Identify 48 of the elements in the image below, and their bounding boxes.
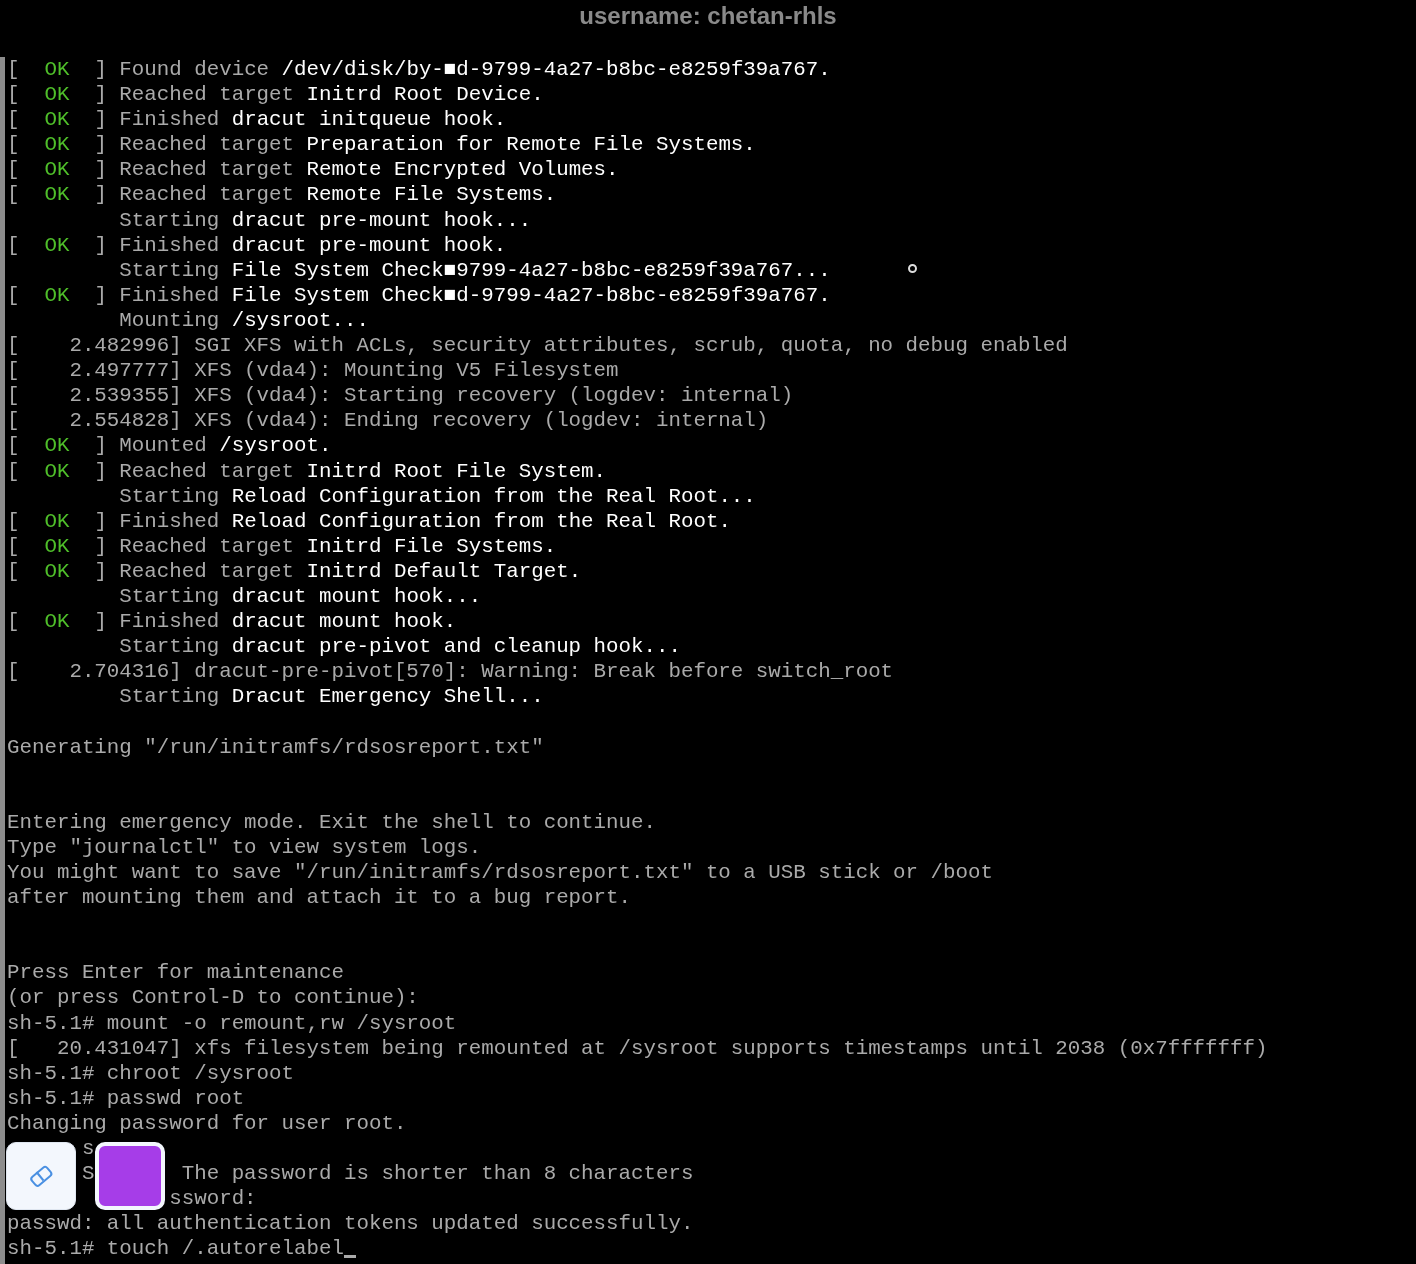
console-line: [ 2.497777] XFS (vda4): Mounting V5 Filesystem [7, 358, 619, 384]
console-line: [ OK ] Reached target Remote File Systems. [7, 182, 557, 208]
ring-icon [908, 264, 917, 273]
console-line: (or press Control-D to continue): [7, 985, 419, 1011]
window-title: username: chetan-rhls [579, 2, 837, 30]
console-line: after mounting them and attach it to a bug report. [7, 885, 631, 911]
console-line: Starting Dracut Emergency Shell... [118, 684, 544, 710]
console-line: Changing password for user root. [7, 1110, 407, 1137]
console-line: passwd: all authentication tokens updated successfully. [7, 1211, 694, 1237]
console-text: ssword: [169, 1187, 257, 1211]
console-line: You might want to save "/run/initramfs/rdsosreport.txt" to a USB stick or /boot [7, 860, 993, 886]
console-line: [ OK ] Reached target Remote Encrypted Volumes. [7, 157, 619, 183]
console-line: [ OK ] Reached target Initrd Root Device. [7, 82, 544, 108]
console-line: [ OK ] Reached target Initrd File Systems. [7, 533, 557, 559]
console-line: Starting dracut pre-pivot and cleanup hook... [118, 634, 681, 660]
console-line: [ 2.539355] XFS (vda4): Starting recovery (logdev: internal) [7, 383, 794, 409]
console-text: S [81, 1162, 95, 1186]
console-line: sh-5.1# passwd root [7, 1085, 245, 1111]
console-line: [ OK ] Finished dracut pre-mount hook. [7, 232, 507, 258]
console-line: [ OK ] Finished dracut mount hook. [7, 609, 457, 635]
console-line: sh-5.1# touch /.autorelabel [7, 1236, 357, 1262]
console-line: [ OK ] Finished File System Check■d-9799-4a27-b8bc-e8259f39a767. [7, 282, 831, 308]
console-line: Starting dracut mount hook... [118, 583, 482, 610]
console-line: [ OK ] Reached target Initrd Root File System. [7, 458, 607, 484]
console-line: [ OK ] Reached target Preparation for Remote File Systems. [7, 132, 756, 158]
console-line: [ 20.431047] xfs filesystem being remounted at /sysroot supports timestamps until 2038 (0x7fffffff) [7, 1035, 1268, 1061]
console-text: s [81, 1137, 95, 1161]
eraser-button[interactable] [6, 1142, 76, 1210]
console-line: [ OK ] Found device /dev/disk/by-■d-9799-4a27-b8bc-e8259f39a767. [7, 57, 831, 83]
console-line: [ OK ] Finished dracut initqueue hook. [7, 107, 507, 133]
console-line: [ 2.554828] XFS (vda4): Ending recovery (logdev: internal) [7, 408, 769, 434]
console-line: [ OK ] Finished Reload Configuration from the Real Root. [7, 508, 731, 534]
console-text: The password is shorter than 8 characters [181, 1162, 694, 1186]
console-line: Starting File System Check■9799-4a27-b8bc-e8259f39a767... [118, 257, 831, 283]
console-line: [ 2.704316] dracut-pre-pivot[570]: Warning: Break before switch_root [7, 659, 894, 685]
console-line: sh-5.1# chroot /sysroot [7, 1060, 295, 1086]
console-line: Type "journalctl" to view system logs. [7, 834, 482, 860]
console-line: Mounting /sysroot... [118, 307, 369, 334]
console-line: Press Enter for maintenance [7, 960, 344, 986]
console-line: Starting dracut pre-mount hook... [118, 207, 532, 233]
console-line: sh-5.1# mount -o remount,rw /sysroot [7, 1010, 457, 1036]
console-line: [ OK ] Mounted /sysroot. [7, 433, 332, 459]
console-line: [ 2.482996] SGI XFS with ACLs, security attributes, scrub, quota, no debug enabled [7, 333, 1068, 359]
console-line: Generating "/run/initramfs/rdsosreport.txt" [7, 734, 544, 760]
console-line: Entering emergency mode. Exit the shell to continue. [7, 809, 656, 835]
console-line: [ OK ] Reached target Initrd Default Target. [7, 558, 582, 584]
console-line: Starting Reload Configuration from the Real Root... [118, 483, 756, 509]
color-swatch-button[interactable] [95, 1142, 165, 1210]
